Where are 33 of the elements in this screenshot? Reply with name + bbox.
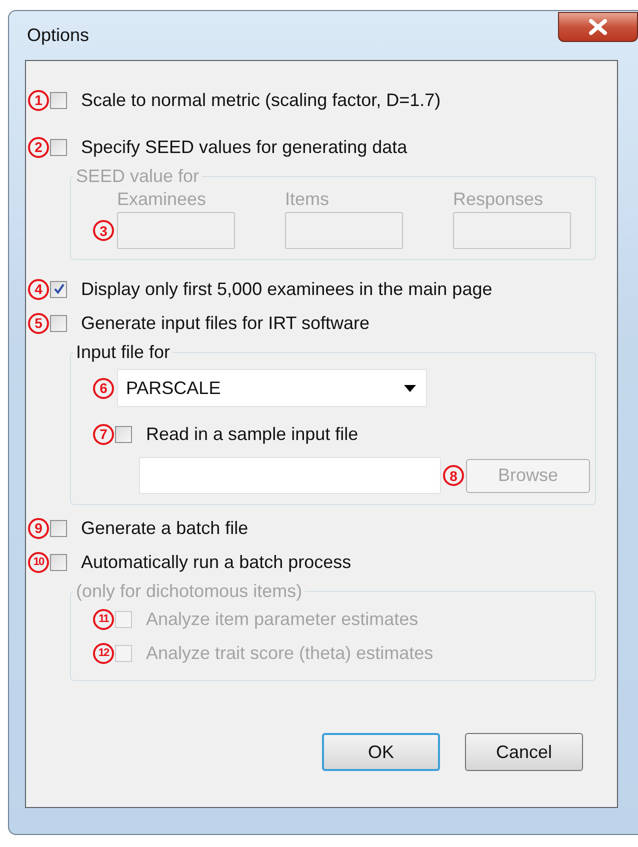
checkbox-label: Read in a sample input file xyxy=(146,424,358,444)
caret-icon xyxy=(404,384,416,392)
checkbox-label: Automatically run a batch process xyxy=(81,552,352,572)
group-title: Input file for xyxy=(75,342,172,363)
close-icon xyxy=(588,19,608,35)
group-title: (only for dichotomous items) xyxy=(75,581,304,602)
group-title: SEED value for xyxy=(75,166,200,187)
callout-number: 6 xyxy=(93,378,114,398)
checkbox[interactable] xyxy=(115,426,132,442)
cancel-button[interactable]: Cancel xyxy=(465,733,583,771)
checkbox[interactable] xyxy=(50,554,67,570)
checkbox-label: Analyze trait score (theta) estimates xyxy=(146,642,434,664)
window-title: Options xyxy=(27,25,90,46)
checkbox-label: Analyze item parameter estimates xyxy=(146,608,418,630)
dropdown[interactable]: PARSCALE xyxy=(117,369,427,407)
field-label: Examinees xyxy=(117,189,206,210)
checkbox[interactable] xyxy=(50,92,67,108)
ok-button[interactable]: OK xyxy=(322,733,440,771)
checkbox-label: Generate input files for IRT software xyxy=(81,312,370,334)
callout-number: 8 xyxy=(443,465,464,486)
checkbox-label: Generate a batch file xyxy=(81,518,248,538)
field-label: Items xyxy=(285,189,330,210)
field-label: Responses xyxy=(453,189,544,210)
checkbox-label: Specify SEED values for generating data xyxy=(81,136,408,158)
file-path-field[interactable] xyxy=(139,457,441,494)
close-button[interactable] xyxy=(558,12,638,42)
checkbox[interactable] xyxy=(50,314,67,332)
checkbox-label: Display only first 5,000 examinees in the main page xyxy=(81,278,492,300)
checkbox-label: Scale to normal metric (scaling factor, D=1.7) xyxy=(81,90,441,110)
checkbox[interactable] xyxy=(50,280,67,298)
checkbox[interactable] xyxy=(50,520,67,536)
checkbox[interactable] xyxy=(50,138,67,156)
callout-number: 3 xyxy=(93,220,114,241)
